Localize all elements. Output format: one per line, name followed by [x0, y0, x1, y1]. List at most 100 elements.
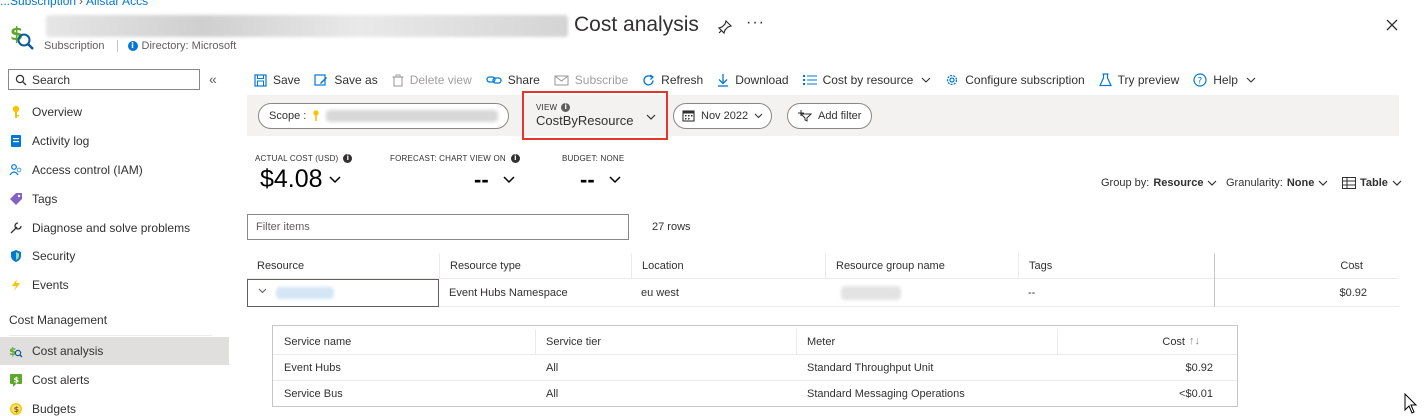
scope-label: Scope : — [269, 110, 307, 122]
chevron-down-icon[interactable] — [258, 288, 267, 294]
service-tier-cell: All — [546, 388, 559, 400]
sort-icon[interactable]: ↑↓ — [1347, 259, 1358, 271]
info-icon: i — [510, 154, 520, 163]
granularity-dropdown[interactable]: Granularity: None — [1226, 177, 1328, 189]
chevron-down-icon[interactable] — [503, 176, 515, 184]
more-options-icon[interactable]: ··· — [746, 14, 765, 32]
save-button[interactable]: Save — [254, 73, 300, 87]
save-as-button[interactable]: Save as — [314, 73, 378, 87]
collapse-sidebar-icon[interactable]: « — [209, 71, 217, 87]
table-row[interactable]: Event Hubs All Standard Throughput Unit … — [273, 355, 1237, 381]
sidebar-item-events[interactable]: Events — [0, 271, 229, 299]
budget-value: -- — [580, 167, 595, 192]
sidebar-item-label: Tags — [32, 192, 58, 206]
chevron-down-icon — [1392, 180, 1402, 186]
scope-pill[interactable]: Scope : — [258, 103, 510, 129]
close-icon[interactable] — [1384, 17, 1400, 33]
try-preview-label: Try preview — [1117, 73, 1180, 87]
column-header-resource-type[interactable]: Resource type — [439, 253, 631, 279]
table-header: Resource Resource type Location Resource… — [247, 253, 1399, 279]
budget-icon: $ — [9, 402, 23, 416]
share-button[interactable]: Share — [486, 73, 540, 87]
delete-icon — [392, 74, 404, 87]
forecast-value-row: -- — [474, 167, 520, 193]
svg-text:?: ? — [1198, 77, 1203, 87]
column-header-meter[interactable]: Meter — [796, 329, 1057, 355]
table-row[interactable]: Service Bus All Standard Messaging Opera… — [273, 381, 1237, 407]
sidebar-item-diagnose[interactable]: Diagnose and solve problems — [0, 214, 229, 242]
column-header-tags[interactable]: Tags — [1018, 253, 1214, 279]
help-button[interactable]: ? Help — [1193, 73, 1256, 87]
date-range-pill[interactable]: Nov 2022 — [673, 103, 773, 129]
mouse-cursor-icon — [1404, 393, 1418, 415]
date-range-label: Nov 2022 — [701, 110, 749, 122]
configure-subscription-button[interactable]: Configure subscription — [945, 73, 1085, 87]
group-by-dropdown[interactable]: Group by: Resource — [1101, 177, 1217, 189]
sidebar-item-cost-alerts[interactable]: $ Cost alerts — [0, 366, 229, 394]
page-title: Cost analysis — [574, 13, 699, 36]
column-header-service-name[interactable]: Service name — [284, 329, 534, 355]
view-label-row: VIEW i — [536, 103, 634, 112]
resource-type-cell: Event Hubs Namespace — [449, 287, 568, 299]
log-icon — [9, 134, 23, 148]
delete-view-button[interactable]: Delete view — [392, 73, 472, 87]
subscribe-button[interactable]: Subscribe — [554, 73, 628, 87]
sidebar-item-activity-log[interactable]: Activity log — [0, 127, 229, 155]
group-by-label: Group by: — [1101, 177, 1150, 189]
column-header-resource-group[interactable]: Resource group name — [825, 253, 1018, 279]
sidebar-item-cost-analysis[interactable]: $ Cost analysis — [0, 337, 229, 365]
cost-by-resource-button[interactable]: Cost by resource — [802, 73, 932, 87]
actual-cost-label-row: ACTUAL COST (USD) i — [255, 154, 353, 163]
breadcrumb-item-account[interactable]: Allstar Accs — [86, 0, 148, 8]
refresh-button[interactable]: Refresh — [642, 73, 703, 87]
forecast-kpi[interactable]: FORECAST: CHART VIEW ON i -- — [390, 154, 520, 193]
wrench-icon — [9, 221, 23, 235]
forecast-label: FORECAST: CHART VIEW ON — [390, 154, 506, 163]
sidebar-item-access-control[interactable]: Access control (IAM) — [0, 156, 229, 184]
meter-cell: Standard Messaging Operations — [807, 388, 965, 400]
column-header-cost[interactable]: Cost — [1214, 253, 1399, 279]
table-row[interactable]: Event Hubs Namespace eu west -- $0.92 — [247, 279, 1399, 307]
column-header-service-tier[interactable]: Service tier — [535, 329, 796, 355]
subscription-label: Subscription — [44, 40, 105, 52]
chevron-down-icon[interactable] — [646, 114, 656, 120]
sort-icon[interactable]: ↑↓ — [1189, 335, 1200, 347]
view-selector[interactable]: VIEW i CostByResource — [536, 103, 634, 128]
sidebar-search-input[interactable]: Search — [8, 69, 200, 90]
subscribe-label: Subscribe — [574, 73, 629, 87]
meter-cell: Standard Throughput Unit — [807, 362, 934, 374]
view-type-dropdown[interactable]: Table — [1342, 177, 1402, 189]
column-header-resource[interactable]: Resource — [247, 253, 439, 279]
download-button[interactable]: Download — [717, 73, 789, 87]
resource-name-redacted[interactable] — [276, 287, 334, 299]
view-type-value: Table — [1360, 177, 1388, 189]
chevron-down-icon — [754, 113, 763, 119]
sidebar-item-budgets[interactable]: $ Budgets — [0, 395, 229, 416]
try-preview-button[interactable]: Try preview — [1098, 73, 1180, 87]
chevron-down-icon[interactable] — [609, 176, 621, 184]
sidebar-item-tags[interactable]: Tags — [0, 185, 229, 213]
forecast-label-row: FORECAST: CHART VIEW ON i — [390, 154, 520, 163]
column-header-cost[interactable]: Cost — [1057, 329, 1237, 355]
command-bar: Save Save as Delete view Share Subscribe… — [254, 70, 1270, 90]
mail-icon — [554, 74, 569, 86]
svg-text:$: $ — [14, 405, 20, 414]
sidebar-item-security[interactable]: Security — [0, 242, 229, 270]
resource-cell[interactable] — [247, 279, 439, 307]
sidebar-item-overview[interactable]: Overview — [0, 98, 229, 126]
sidebar-item-label: Events — [32, 278, 69, 292]
actual-cost-kpi[interactable]: ACTUAL COST (USD) i $4.08 — [255, 154, 353, 194]
pin-icon[interactable] — [717, 19, 733, 35]
chevron-down-icon[interactable] — [329, 175, 341, 184]
location-cell: eu west — [641, 287, 679, 299]
filter-items-input[interactable]: Filter items — [247, 214, 629, 240]
gear-icon — [947, 74, 958, 86]
breadcrumb-item-subscription[interactable]: ...Subscription — [0, 0, 76, 8]
budget-kpi[interactable]: BUDGET: NONE -- — [562, 154, 624, 193]
view-label: VIEW — [536, 103, 558, 112]
column-header-location[interactable]: Location — [631, 253, 825, 279]
refresh-icon — [643, 73, 655, 85]
info-icon: i — [127, 41, 138, 51]
list-icon — [802, 75, 817, 85]
add-filter-button[interactable]: Add filter — [787, 103, 873, 129]
